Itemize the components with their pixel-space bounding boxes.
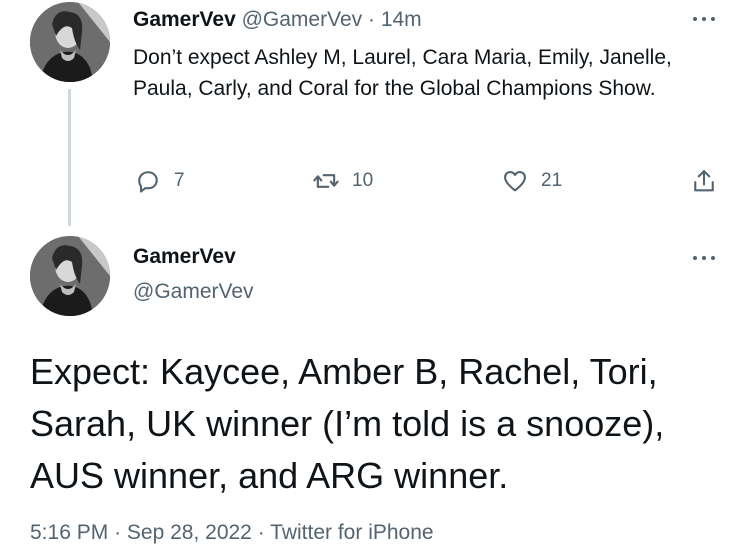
display-name[interactable]: GamerVev <box>133 245 236 269</box>
handle[interactable]: @GamerVev <box>133 280 254 304</box>
avatar-tweet2[interactable] <box>30 236 110 316</box>
reply-count: 7 <box>174 170 185 191</box>
thread-connector-line <box>68 89 71 226</box>
avatar-photo <box>30 2 110 82</box>
avatar-photo <box>30 236 110 316</box>
separator: · <box>367 8 375 31</box>
separator: · <box>114 521 122 544</box>
display-name[interactable]: GamerVev <box>133 8 236 31</box>
tweet-source[interactable]: Twitter for iPhone <box>270 521 433 544</box>
like-button[interactable]: 21 <box>501 166 562 196</box>
like-icon <box>504 170 526 192</box>
retweet-icon <box>313 174 339 188</box>
more-dot <box>702 256 706 260</box>
retweet-button[interactable]: 10 <box>312 166 373 196</box>
reply-icon <box>138 171 158 193</box>
like-count: 21 <box>541 170 563 191</box>
share-button[interactable] <box>690 166 718 196</box>
tweet2-metadata: 5:16 PM · Sep 28, 2022 · Twitter for iPh… <box>30 521 434 545</box>
more-icon[interactable] <box>690 252 718 264</box>
more-dot <box>711 256 715 260</box>
tweet1-text: Don’t expect Ashley M, Laurel, Cara Mari… <box>133 46 672 100</box>
tweet1-header: GamerVev @GamerVev · 14m <box>133 8 422 32</box>
more-icon[interactable] <box>690 13 718 25</box>
more-dot <box>702 17 706 21</box>
separator: · <box>257 521 265 544</box>
share-icon <box>694 170 714 192</box>
tweet-date[interactable]: Sep 28, 2022 <box>127 521 252 544</box>
handle[interactable]: @GamerVev <box>242 8 363 31</box>
retweet-count: 10 <box>352 170 374 191</box>
timestamp[interactable]: 14m <box>381 8 422 31</box>
tweet2-text: Expect: Kaycee, Amber B, Rachel, Tori, S… <box>30 351 665 496</box>
more-dot <box>711 17 715 21</box>
avatar-tweet1[interactable] <box>30 2 110 82</box>
reply-button[interactable]: 7 <box>134 166 185 196</box>
more-dot <box>693 17 697 21</box>
more-dot <box>693 256 697 260</box>
tweet-time[interactable]: 5:16 PM <box>30 521 108 544</box>
